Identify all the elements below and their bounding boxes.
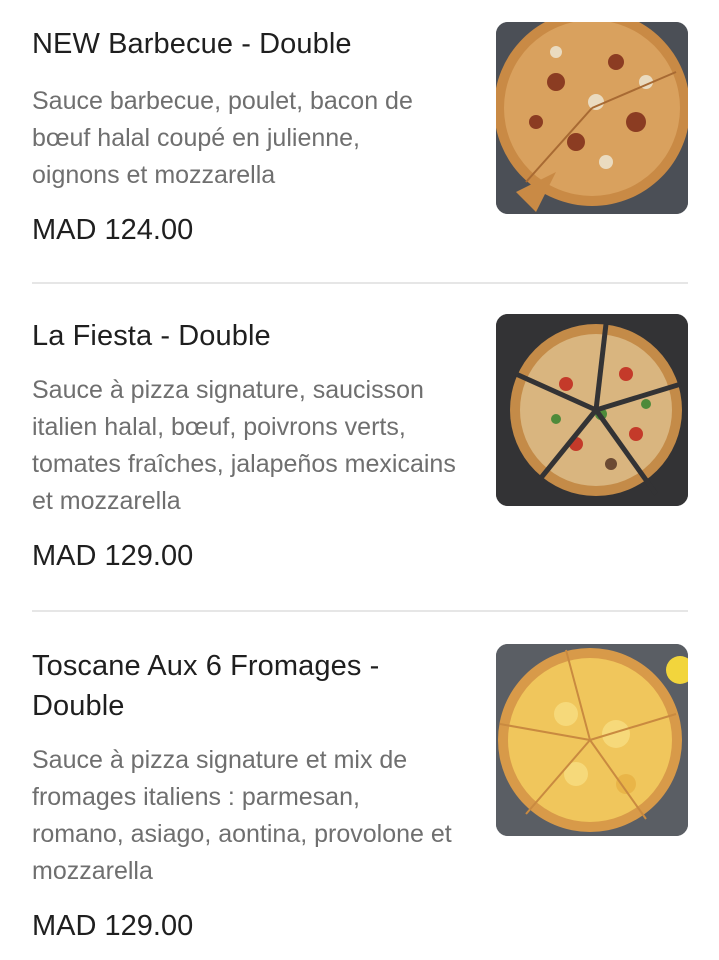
- item-price: MAD 124.00: [32, 214, 194, 246]
- menu-item-text: La Fiesta - Double Sauce à pizza signatu…: [32, 316, 472, 576]
- item-title: Toscane Aux 6 Fromages - Double: [32, 650, 380, 722]
- item-description: Sauce à pizza signature et mix de fromag…: [32, 746, 452, 885]
- pizza-barbecue-image[interactable]: [496, 22, 688, 214]
- menu-list: NEW Barbecue - Double Sauce barbecue, po…: [0, 0, 719, 960]
- menu-item-la-fiesta[interactable]: La Fiesta - Double Sauce à pizza signatu…: [32, 314, 688, 576]
- item-description: Sauce à pizza signature, saucisson itali…: [32, 376, 456, 515]
- item-title: NEW Barbecue - Double: [32, 28, 352, 60]
- pizza-toscane-image[interactable]: [496, 644, 688, 836]
- divider: [32, 610, 688, 612]
- divider: [32, 282, 688, 284]
- item-title: La Fiesta - Double: [32, 320, 271, 352]
- menu-item-text: Toscane Aux 6 Fromages - Double Sauce à …: [32, 646, 452, 946]
- item-description: Sauce barbecue, poulet, bacon de bœuf ha…: [32, 87, 413, 189]
- menu-item-barbecue[interactable]: NEW Barbecue - Double Sauce barbecue, po…: [32, 22, 688, 254]
- pizza-fiesta-image[interactable]: [496, 314, 688, 506]
- menu-item-text: NEW Barbecue - Double Sauce barbecue, po…: [32, 24, 472, 250]
- item-price: MAD 129.00: [32, 910, 194, 942]
- item-price: MAD 129.00: [32, 540, 194, 572]
- menu-item-toscane[interactable]: Toscane Aux 6 Fromages - Double Sauce à …: [32, 644, 688, 946]
